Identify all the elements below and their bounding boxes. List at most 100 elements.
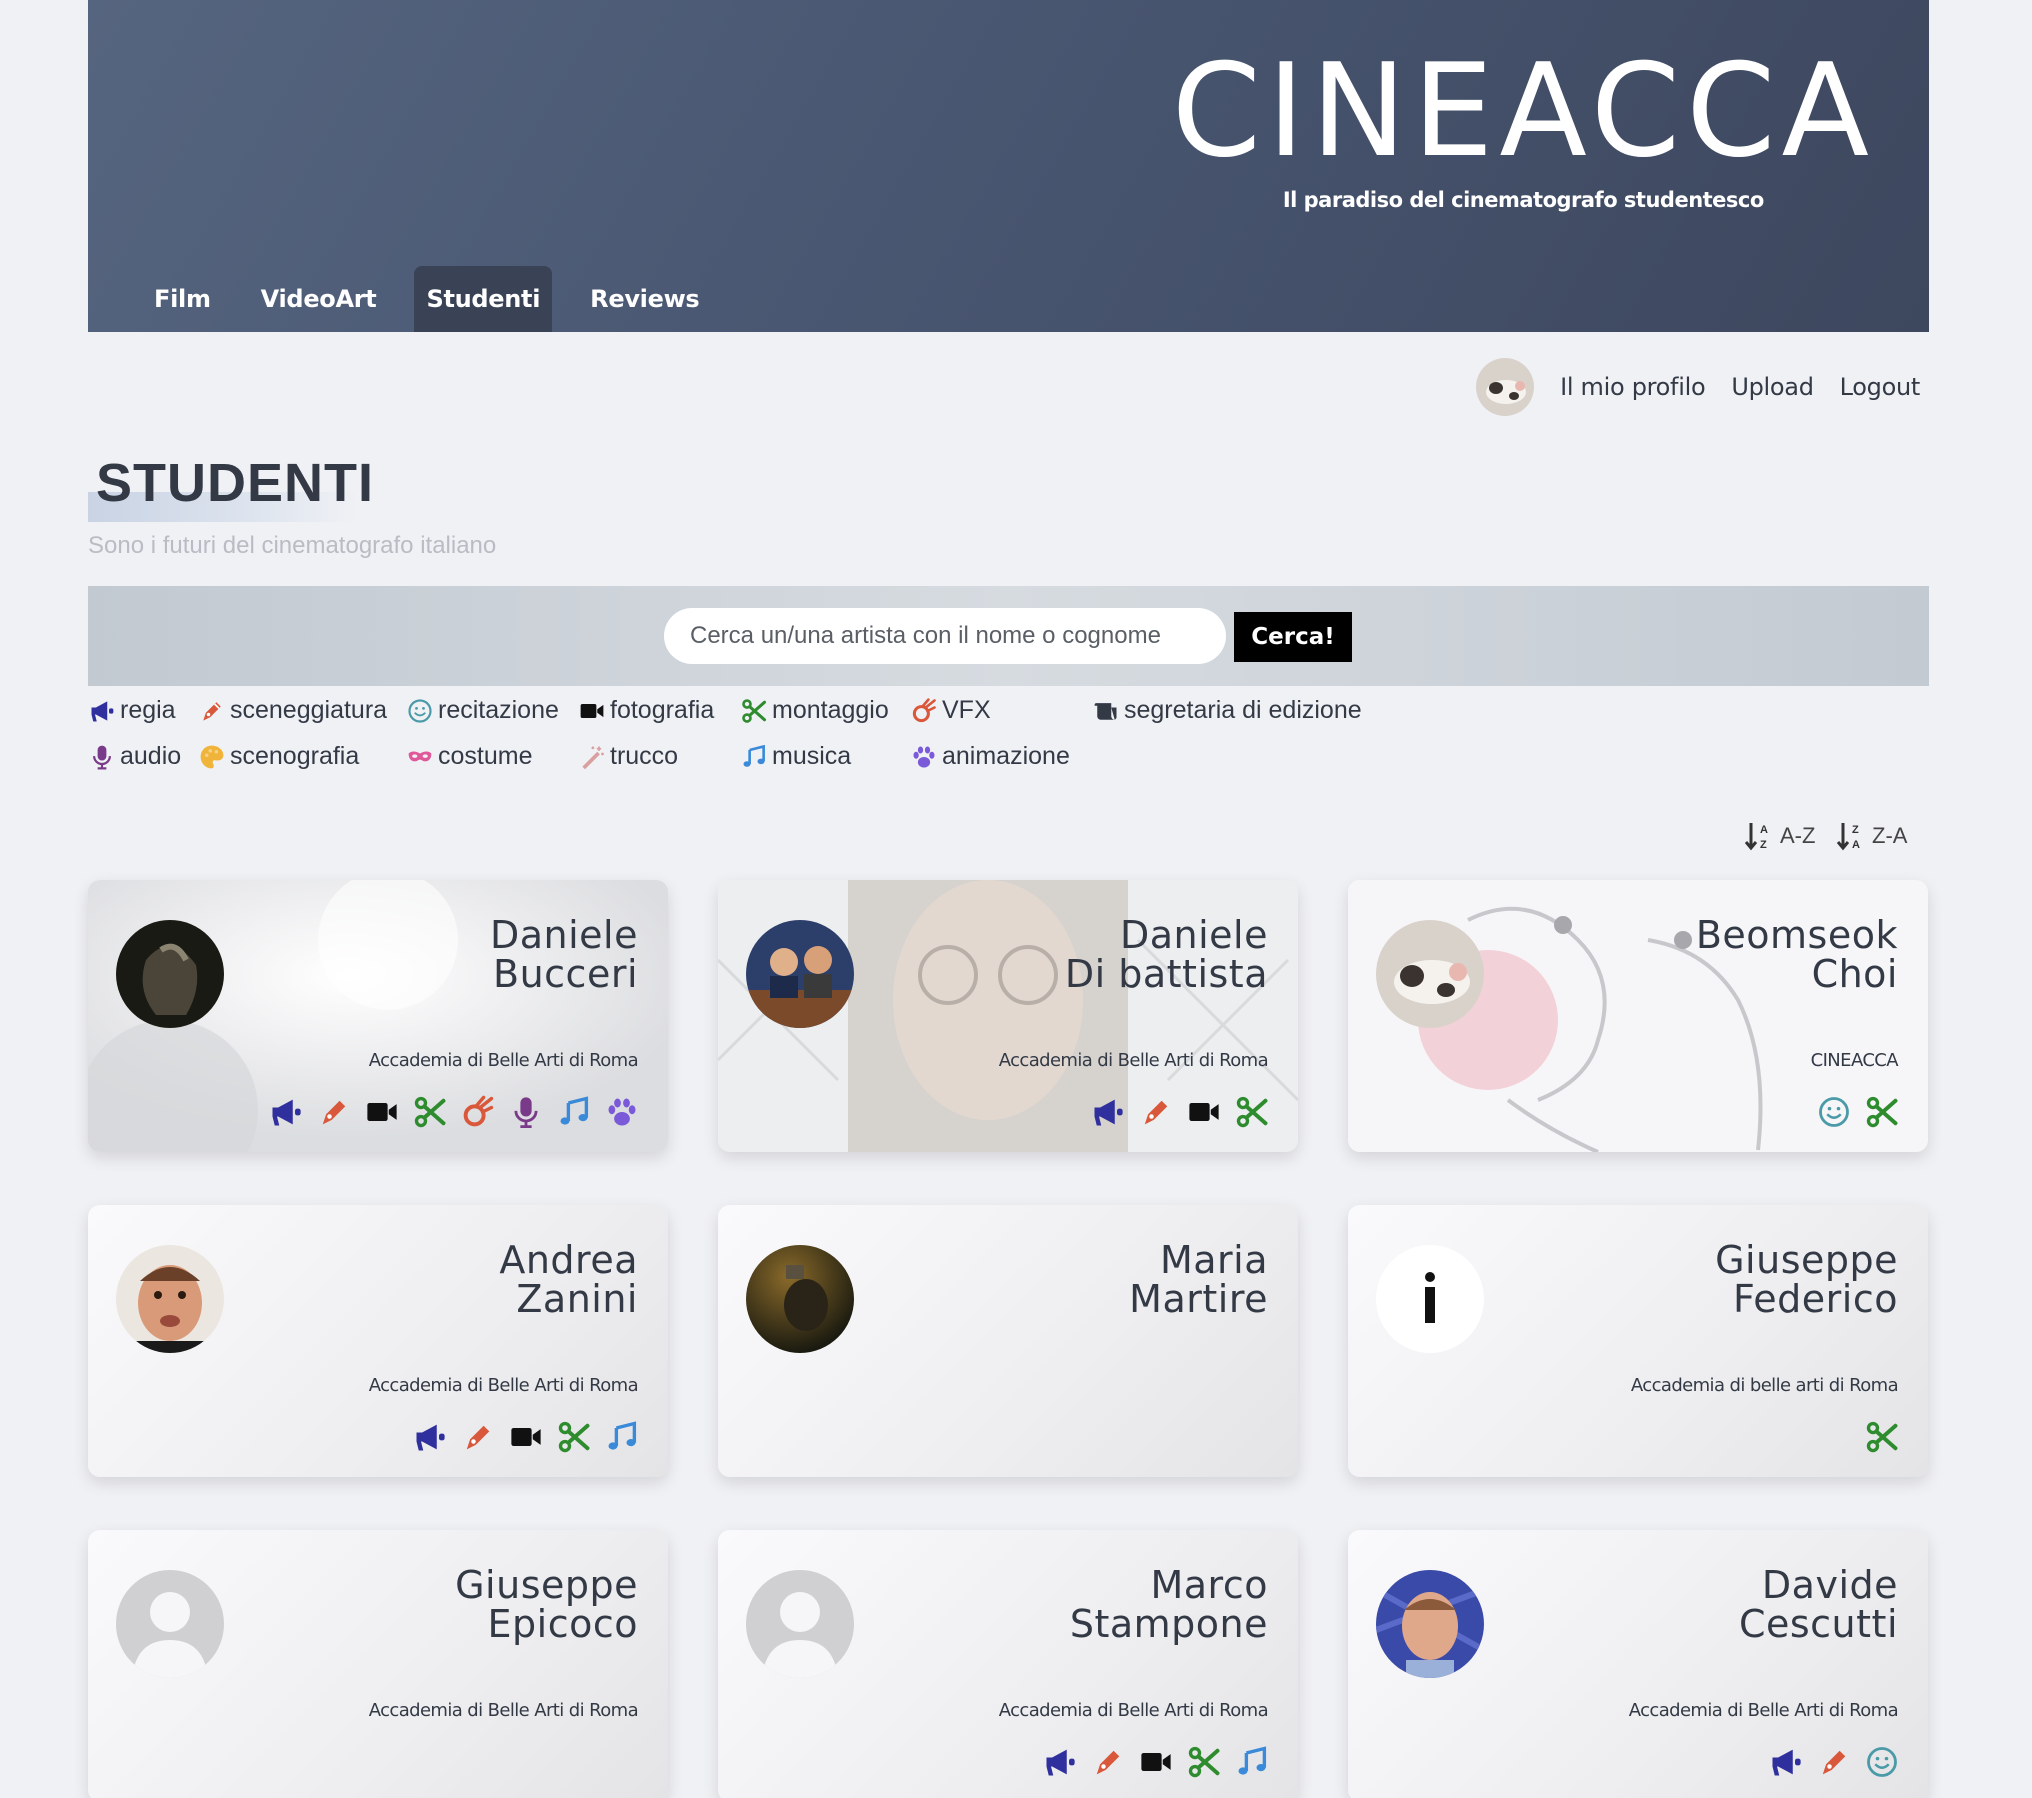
sort-asc-label: A-Z	[1780, 823, 1816, 848]
student-avatar	[1376, 920, 1484, 1028]
student-name: Daniele Bucceri	[489, 913, 638, 996]
role-icons	[1816, 1094, 1900, 1130]
nav-tab-studenti[interactable]: Studenti	[414, 266, 553, 332]
brand[interactable]: CINEACCA Il paradiso del cinematografo s…	[1172, 48, 1875, 213]
mask-icon	[408, 751, 432, 761]
student-school: Accademia di Belle Arti di Roma	[368, 1050, 639, 1071]
pen-icon	[1144, 1100, 1168, 1125]
microphone-icon	[514, 1097, 538, 1129]
legend-recitazione[interactable]: recitazione	[406, 696, 559, 725]
student-card-choi[interactable]: Beomseok Choi CINEACCA	[1348, 880, 1928, 1152]
legend-audio[interactable]: audio	[88, 742, 181, 771]
student-school: CINEACCA	[1810, 1050, 1899, 1071]
nav-tab-videoart[interactable]: VideoArt	[249, 266, 389, 332]
student-avatar	[1376, 1245, 1484, 1353]
svg-text:Z: Z	[1760, 839, 1767, 851]
legend-label: musica	[772, 742, 852, 770]
student-card-dibattista[interactable]: Daniele Di battista Accademia di Belle Ar…	[718, 880, 1298, 1152]
microphone-icon	[93, 745, 111, 769]
legend-label: scenografia	[230, 742, 360, 770]
legend-label: trucco	[610, 742, 679, 770]
meteor-icon	[912, 697, 936, 722]
legend-sceneggiatura[interactable]: sceneggiatura	[198, 696, 387, 725]
legend-regia[interactable]: regia	[88, 696, 176, 725]
video-camera-icon	[511, 1428, 541, 1446]
my-profile-link[interactable]: Il mio profilo	[1560, 373, 1706, 401]
role-icons	[1042, 1744, 1270, 1780]
legend-fotografia[interactable]: fotografia	[578, 696, 714, 725]
legend-label: audio	[120, 742, 182, 770]
role-icons	[412, 1419, 640, 1455]
megaphone-icon	[1046, 1749, 1075, 1776]
brand-title[interactable]: CINEACCA	[1172, 48, 1875, 176]
legend-montaggio[interactable]: montaggio	[740, 696, 889, 725]
legend-label: montaggio	[772, 696, 889, 724]
legend-label: recitazione	[438, 696, 559, 724]
legend-label: fotografia	[610, 696, 715, 724]
student-card-epicoco[interactable]: Giuseppe Epicoco Accademia di Belle Arti …	[88, 1530, 668, 1798]
scissors-icon	[742, 698, 767, 723]
student-card-bucceri[interactable]: Daniele Bucceri Accademia di Belle Arti d…	[88, 880, 668, 1152]
user-avatar[interactable]	[1476, 358, 1535, 416]
legend-costume[interactable]: costume	[406, 742, 532, 771]
video-camera-icon	[580, 703, 604, 718]
student-name: Beomseok Choi	[1695, 913, 1898, 996]
student-school: Accademia di belle arti di Roma	[1630, 1375, 1899, 1396]
logout-link[interactable]: Logout	[1840, 373, 1921, 401]
student-card-zanini[interactable]: Andrea Zanini Accademia di Belle Arti di …	[88, 1205, 668, 1477]
legend-label: regia	[120, 696, 176, 724]
student-avatar	[116, 920, 224, 1028]
default-avatar-icon	[746, 1570, 854, 1678]
sort-alpha-up-icon: ZA	[1836, 823, 1860, 851]
smile-icon	[1867, 1747, 1897, 1777]
video-camera-icon	[367, 1103, 397, 1121]
legend-label: VFX	[942, 696, 991, 724]
legend-scenografia[interactable]: scenografia	[198, 742, 359, 771]
role-icons	[1768, 1744, 1900, 1780]
legend-segretaria[interactable]: segretaria di edizione	[1092, 696, 1362, 725]
search-button[interactable]: Cerca!	[1234, 612, 1352, 662]
legend-musica[interactable]: musica	[740, 742, 851, 771]
megaphone-icon	[416, 1424, 445, 1451]
nav-tab-film[interactable]: Film	[142, 266, 223, 332]
video-camera-icon	[1189, 1103, 1219, 1121]
student-avatar	[116, 1245, 224, 1353]
search-input[interactable]	[664, 608, 1226, 664]
legend-vfx[interactable]: VFX	[910, 696, 991, 725]
student-card-federico[interactable]: Giuseppe Federico Accademia di belle arti…	[1348, 1205, 1928, 1477]
student-avatar	[746, 1245, 854, 1353]
student-school: Accademia di Belle Arti di Roma	[368, 1375, 639, 1396]
nav-tab-reviews[interactable]: Reviews	[578, 266, 711, 332]
student-card-stampone[interactable]: Marco Stampone Accademia di Belle Arti di…	[718, 1530, 1298, 1798]
student-card-cescutti[interactable]: Davide Cescutti Accademia di Belle Arti d…	[1348, 1530, 1928, 1798]
student-name: Maria Martire	[1129, 1238, 1268, 1321]
scissors-icon	[1188, 1746, 1220, 1778]
music-icon	[560, 1096, 589, 1125]
svg-text:Z: Z	[1852, 824, 1859, 836]
student-avatar	[1376, 1570, 1484, 1678]
default-avatar-icon	[116, 1570, 224, 1678]
upload-link[interactable]: Upload	[1731, 373, 1814, 401]
music-icon	[1238, 1746, 1267, 1775]
role-icons	[1090, 1094, 1270, 1130]
legend-trucco[interactable]: trucco	[578, 742, 678, 771]
student-avatar	[746, 920, 854, 1028]
megaphone-icon	[1772, 1749, 1801, 1776]
student-card-martire[interactable]: Maria Martire	[718, 1205, 1298, 1477]
scissors-icon	[1866, 1421, 1898, 1453]
sort-asc-button[interactable]: AZ A-Z	[1744, 820, 1815, 852]
student-name: Andrea Zanini	[499, 1238, 638, 1321]
student-name: Giuseppe Epicoco	[455, 1563, 638, 1646]
sort-desc-button[interactable]: ZA Z-A	[1836, 820, 1907, 852]
student-school: Accademia di Belle Arti di Roma	[998, 1050, 1269, 1071]
megaphone-icon	[91, 700, 114, 721]
scroll-icon	[1094, 702, 1117, 720]
legend-animazione[interactable]: animazione	[910, 742, 1070, 771]
megaphone-icon	[272, 1099, 301, 1126]
music-icon	[743, 744, 765, 767]
student-name: Davide Cescutti	[1738, 1563, 1898, 1646]
student-school: Accademia di Belle Arti di Roma	[1628, 1700, 1899, 1721]
student-school: Accademia di Belle Arti di Roma	[998, 1700, 1269, 1721]
music-icon	[608, 1421, 637, 1450]
smile-icon	[1819, 1097, 1849, 1127]
